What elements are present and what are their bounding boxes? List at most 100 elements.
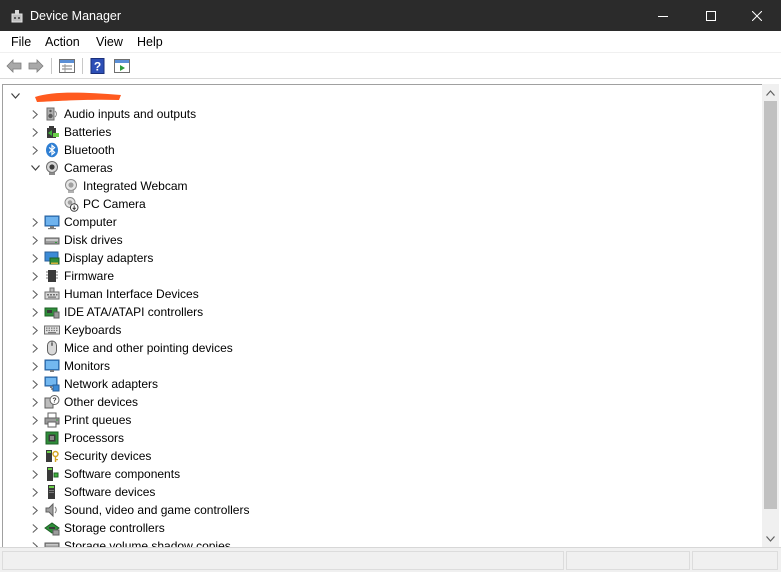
window-title: Device Manager — [30, 9, 122, 23]
webcam-icon — [62, 177, 80, 195]
tree-category[interactable]: Software components — [27, 465, 180, 483]
mouse-icon — [43, 339, 61, 357]
chevron-right-icon[interactable] — [27, 357, 43, 375]
camera-icon — [43, 159, 61, 177]
forward-button[interactable] — [27, 57, 45, 75]
menu-action[interactable]: Action — [44, 34, 81, 50]
menu-bar: File Action View Help — [0, 31, 781, 53]
menu-file[interactable]: File — [10, 34, 32, 50]
tree-category[interactable]: Display adapters — [27, 249, 153, 267]
tree-category-label: Storage volume shadow copies — [64, 539, 231, 547]
chevron-down-icon — [766, 535, 775, 542]
status-bar — [0, 547, 781, 572]
tree-category[interactable]: Disk drives — [27, 231, 123, 249]
menu-view[interactable]: View — [95, 34, 124, 50]
scrollbar-thumb[interactable] — [764, 101, 777, 509]
scroll-down-button[interactable] — [762, 530, 779, 547]
scroll-up-button[interactable] — [762, 84, 779, 101]
network-adapter-icon — [43, 375, 61, 393]
tree-category-label: Sound, video and game controllers — [64, 503, 250, 517]
tree-category[interactable]: Cameras — [27, 159, 113, 177]
storage-controller-icon — [43, 519, 61, 537]
back-button[interactable] — [5, 57, 23, 75]
title-bar[interactable]: Device Manager — [0, 0, 781, 31]
tree-category[interactable]: Batteries — [27, 123, 111, 141]
tree-device[interactable]: Integrated Webcam — [62, 177, 188, 195]
device-tree[interactable]: Audio inputs and outputs Batteries Bluetoo… — [2, 84, 762, 547]
tree-category[interactable]: Software devices — [27, 483, 155, 501]
chevron-right-icon[interactable] — [27, 141, 43, 159]
tree-category[interactable]: Bluetooth — [27, 141, 115, 159]
tree-category[interactable]: IDE ATA/ATAPI controllers — [27, 303, 203, 321]
update-driver-button[interactable] — [113, 57, 131, 75]
tree-category[interactable]: Processors — [27, 429, 124, 447]
tree-category[interactable]: Sound, video and game controllers — [27, 501, 249, 519]
close-button[interactable] — [734, 0, 780, 31]
tree-category[interactable]: Audio inputs and outputs — [27, 105, 196, 123]
tree-category[interactable]: Print queues — [27, 411, 131, 429]
chevron-down-icon[interactable] — [27, 159, 43, 177]
tree-device-label: PC Camera — [83, 197, 146, 211]
tree-category[interactable]: Keyboards — [27, 321, 121, 339]
tree-category-label: IDE ATA/ATAPI controllers — [64, 305, 204, 319]
maximize-icon — [706, 10, 716, 21]
chevron-right-icon[interactable] — [27, 411, 43, 429]
chevron-right-icon[interactable] — [27, 105, 43, 123]
chevron-right-icon[interactable] — [27, 285, 43, 303]
tree-category[interactable]: Storage controllers — [27, 519, 165, 537]
help-icon: ? — [90, 58, 105, 74]
chevron-right-icon[interactable] — [27, 375, 43, 393]
software-component-icon — [43, 465, 61, 483]
chevron-right-icon[interactable] — [27, 303, 43, 321]
device-manager-app-icon — [9, 8, 25, 24]
chevron-right-icon[interactable] — [27, 519, 43, 537]
tree-category-label: Firmware — [64, 269, 114, 283]
tree-category[interactable]: Computer — [27, 213, 117, 231]
tree-category-label: Print queues — [64, 413, 132, 427]
chevron-right-icon[interactable] — [27, 249, 43, 267]
chevron-down-icon[interactable] — [7, 87, 23, 105]
chevron-right-icon[interactable] — [27, 501, 43, 519]
chevron-right-icon[interactable] — [27, 447, 43, 465]
tree-category[interactable]: Security devices — [27, 447, 151, 465]
minimize-button[interactable] — [640, 0, 686, 31]
other-devices-icon: ? — [43, 393, 61, 411]
tree-category[interactable]: Storage volume shadow copies — [27, 537, 231, 547]
chevron-right-icon[interactable] — [27, 483, 43, 501]
keyboard-icon — [43, 321, 61, 339]
chevron-right-icon[interactable] — [27, 339, 43, 357]
display-adapter-icon — [43, 249, 61, 267]
vertical-scrollbar[interactable] — [762, 84, 779, 547]
chevron-right-icon[interactable] — [27, 429, 43, 447]
tree-category-label: Display adapters — [64, 251, 154, 265]
tree-category[interactable]: Human Interface Devices — [27, 285, 199, 303]
chevron-right-icon[interactable] — [27, 537, 43, 547]
tree-category[interactable]: Monitors — [27, 357, 110, 375]
forward-arrow-icon — [28, 59, 44, 73]
properties-icon — [59, 59, 75, 73]
tree-category[interactable]: ? Other devices — [27, 393, 138, 411]
chevron-right-icon[interactable] — [27, 213, 43, 231]
chevron-right-icon[interactable] — [27, 393, 43, 411]
tree-category-label: Disk drives — [64, 233, 123, 247]
webcam-disabled-icon — [62, 195, 80, 213]
tree-category-label: Human Interface Devices — [64, 287, 199, 301]
tree-device[interactable]: PC Camera — [62, 195, 146, 213]
chevron-right-icon[interactable] — [27, 231, 43, 249]
tree-category[interactable]: Mice and other pointing devices — [27, 339, 233, 357]
chevron-right-icon[interactable] — [27, 465, 43, 483]
tree-category[interactable]: Network adapters — [27, 375, 158, 393]
update-driver-icon — [114, 59, 130, 73]
chevron-right-icon[interactable] — [27, 267, 43, 285]
properties-button[interactable] — [58, 57, 76, 75]
menu-help[interactable]: Help — [136, 34, 164, 50]
chevron-right-icon[interactable] — [27, 123, 43, 141]
tree-category-label: Mice and other pointing devices — [64, 341, 233, 355]
security-device-icon — [43, 447, 61, 465]
battery-icon — [43, 123, 61, 141]
firmware-icon — [43, 267, 61, 285]
tree-category[interactable]: Firmware — [27, 267, 114, 285]
help-button[interactable]: ? — [89, 57, 107, 75]
maximize-button[interactable] — [688, 0, 734, 31]
chevron-right-icon[interactable] — [27, 321, 43, 339]
